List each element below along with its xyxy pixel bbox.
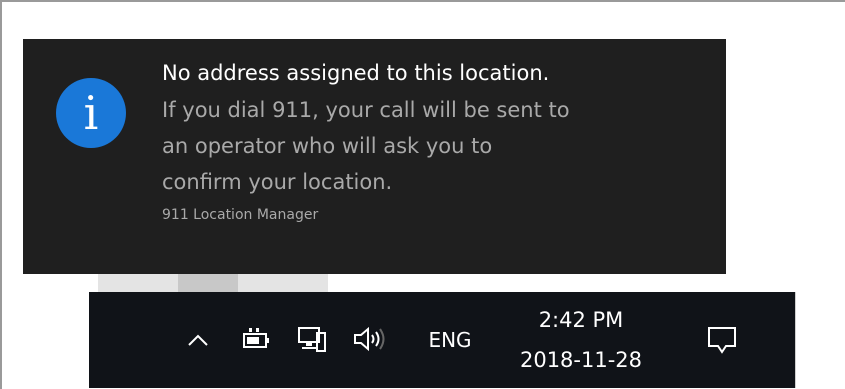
show-hidden-icons-button[interactable] xyxy=(184,326,212,354)
notification-source: 911 Location Manager xyxy=(162,207,319,223)
clock-button[interactable]: 2:42 PM 2018-11-28 xyxy=(501,300,661,380)
clock-date: 2018-11-28 xyxy=(519,348,643,372)
notification-content: No address assigned to this location. If… xyxy=(162,58,702,224)
battery-icon xyxy=(243,328,269,348)
chevron-up-icon xyxy=(188,334,208,346)
notification-body-line: If you dial 911, your call will be sent … xyxy=(162,98,570,122)
taskbar: ENG 2:42 PM 2018-11-28 xyxy=(89,292,796,388)
notification-body: If you dial 911, your call will be sent … xyxy=(162,92,702,200)
info-icon: i xyxy=(56,78,126,148)
network-button[interactable] xyxy=(294,322,330,356)
screen-edge xyxy=(795,292,845,388)
network-icon xyxy=(298,327,326,352)
clock-time: 2:42 PM xyxy=(538,308,624,332)
action-center-button[interactable] xyxy=(703,322,741,358)
notification-toast[interactable]: i No address assigned to this location. … xyxy=(23,39,726,274)
volume-button[interactable] xyxy=(348,322,390,356)
notification-body-line: confirm your location. xyxy=(162,170,393,194)
battery-button[interactable] xyxy=(239,323,273,355)
background-window-edge xyxy=(98,274,328,292)
notification-title: No address assigned to this location. xyxy=(162,61,550,85)
input-language-button[interactable]: ENG xyxy=(415,324,485,356)
action-center-icon xyxy=(708,327,736,354)
volume-icon xyxy=(354,326,385,352)
notification-body-line: an operator who will ask you to xyxy=(162,134,493,158)
